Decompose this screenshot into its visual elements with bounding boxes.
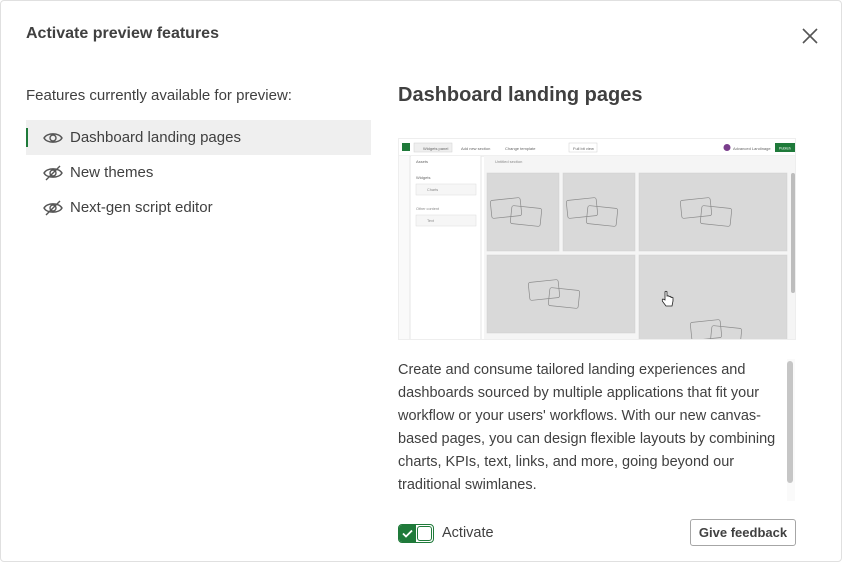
- scrollbar-thumb[interactable]: [787, 361, 793, 483]
- preview-panel-widgets: Widgets: [416, 175, 430, 180]
- preview-toolbar-item: Change template: [505, 146, 536, 151]
- preview-toolbar-item: Widgets panel: [423, 146, 448, 151]
- preview-toolbar-item: Full bit view: [573, 146, 594, 151]
- feature-preview-image: Widgets panel Add new section Change tem…: [398, 138, 796, 340]
- feature-item-label: Dashboard landing pages: [70, 129, 241, 146]
- activate-toggle[interactable]: [398, 524, 434, 543]
- preview-panel-other: Other content: [416, 207, 440, 211]
- feature-description-panel: Create and consume tailored landing expe…: [398, 359, 796, 501]
- feature-item-dashboard-landing-pages[interactable]: Dashboard landing pages: [26, 120, 371, 155]
- activate-label: Activate: [442, 525, 494, 541]
- preview-panel-text: Text: [427, 219, 435, 223]
- preview-features-dialog: Activate preview features Features curre…: [0, 0, 842, 562]
- check-icon: [399, 525, 416, 542]
- feature-description: Create and consume tailored landing expe…: [398, 362, 776, 493]
- preview-avatar: [723, 144, 731, 151]
- description-scrollbar[interactable]: [787, 359, 795, 501]
- eye-off-icon: [43, 200, 63, 216]
- eye-off-icon: [43, 165, 63, 181]
- feature-item-label: New themes: [70, 164, 154, 181]
- give-feedback-button[interactable]: Give feedback: [690, 519, 796, 546]
- preview-toolbar-item: Add new section: [461, 146, 490, 151]
- feature-list: Dashboard landing pages New themes Next-…: [26, 120, 371, 225]
- features-heading: Features currently available for preview…: [26, 87, 292, 104]
- preview-panel-title: Assets: [416, 159, 428, 164]
- feature-detail-title: Dashboard landing pages: [398, 84, 643, 106]
- eye-icon: [43, 130, 63, 146]
- toggle-knob: [417, 526, 432, 541]
- feature-item-label: Next-gen script editor: [70, 199, 213, 216]
- preview-publish: Publish: [779, 147, 791, 151]
- preview-section-label: Untitled section: [495, 159, 522, 164]
- close-icon: [802, 28, 818, 44]
- preview-screenshot: Widgets panel Add new section Change tem…: [399, 139, 795, 339]
- close-button[interactable]: [799, 25, 821, 47]
- feature-item-new-themes[interactable]: New themes: [26, 155, 371, 190]
- app-logo-icon: [402, 143, 410, 151]
- dialog-title: Activate preview features: [26, 25, 219, 42]
- preview-panel-charts: Charts: [427, 188, 438, 192]
- preview-user: Advanced Landinage: [733, 146, 771, 151]
- feature-item-next-gen-script-editor[interactable]: Next-gen script editor: [26, 190, 371, 225]
